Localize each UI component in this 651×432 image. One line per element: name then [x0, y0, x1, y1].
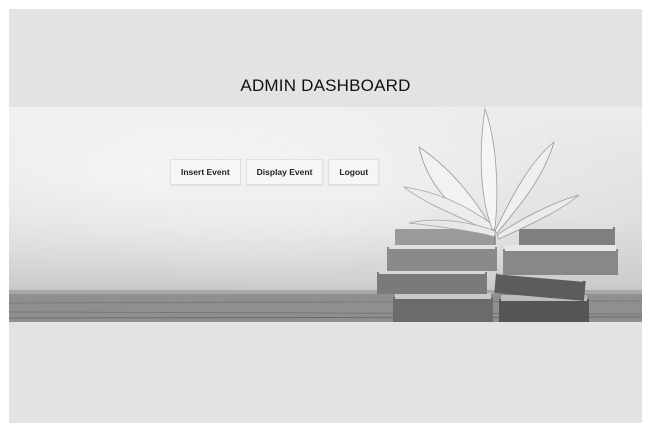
- page-background: ADMIN DASHBOARD Insert Event Display Eve…: [9, 9, 642, 423]
- main-nav: Insert Event Display Event Logout: [170, 159, 380, 185]
- books-illustration: [9, 108, 642, 322]
- insert-event-button[interactable]: Insert Event: [170, 159, 241, 185]
- logout-button[interactable]: Logout: [328, 159, 380, 185]
- display-event-button[interactable]: Display Event: [245, 159, 324, 185]
- hero-banner-image: [9, 107, 642, 322]
- page-title: ADMIN DASHBOARD: [240, 76, 411, 95]
